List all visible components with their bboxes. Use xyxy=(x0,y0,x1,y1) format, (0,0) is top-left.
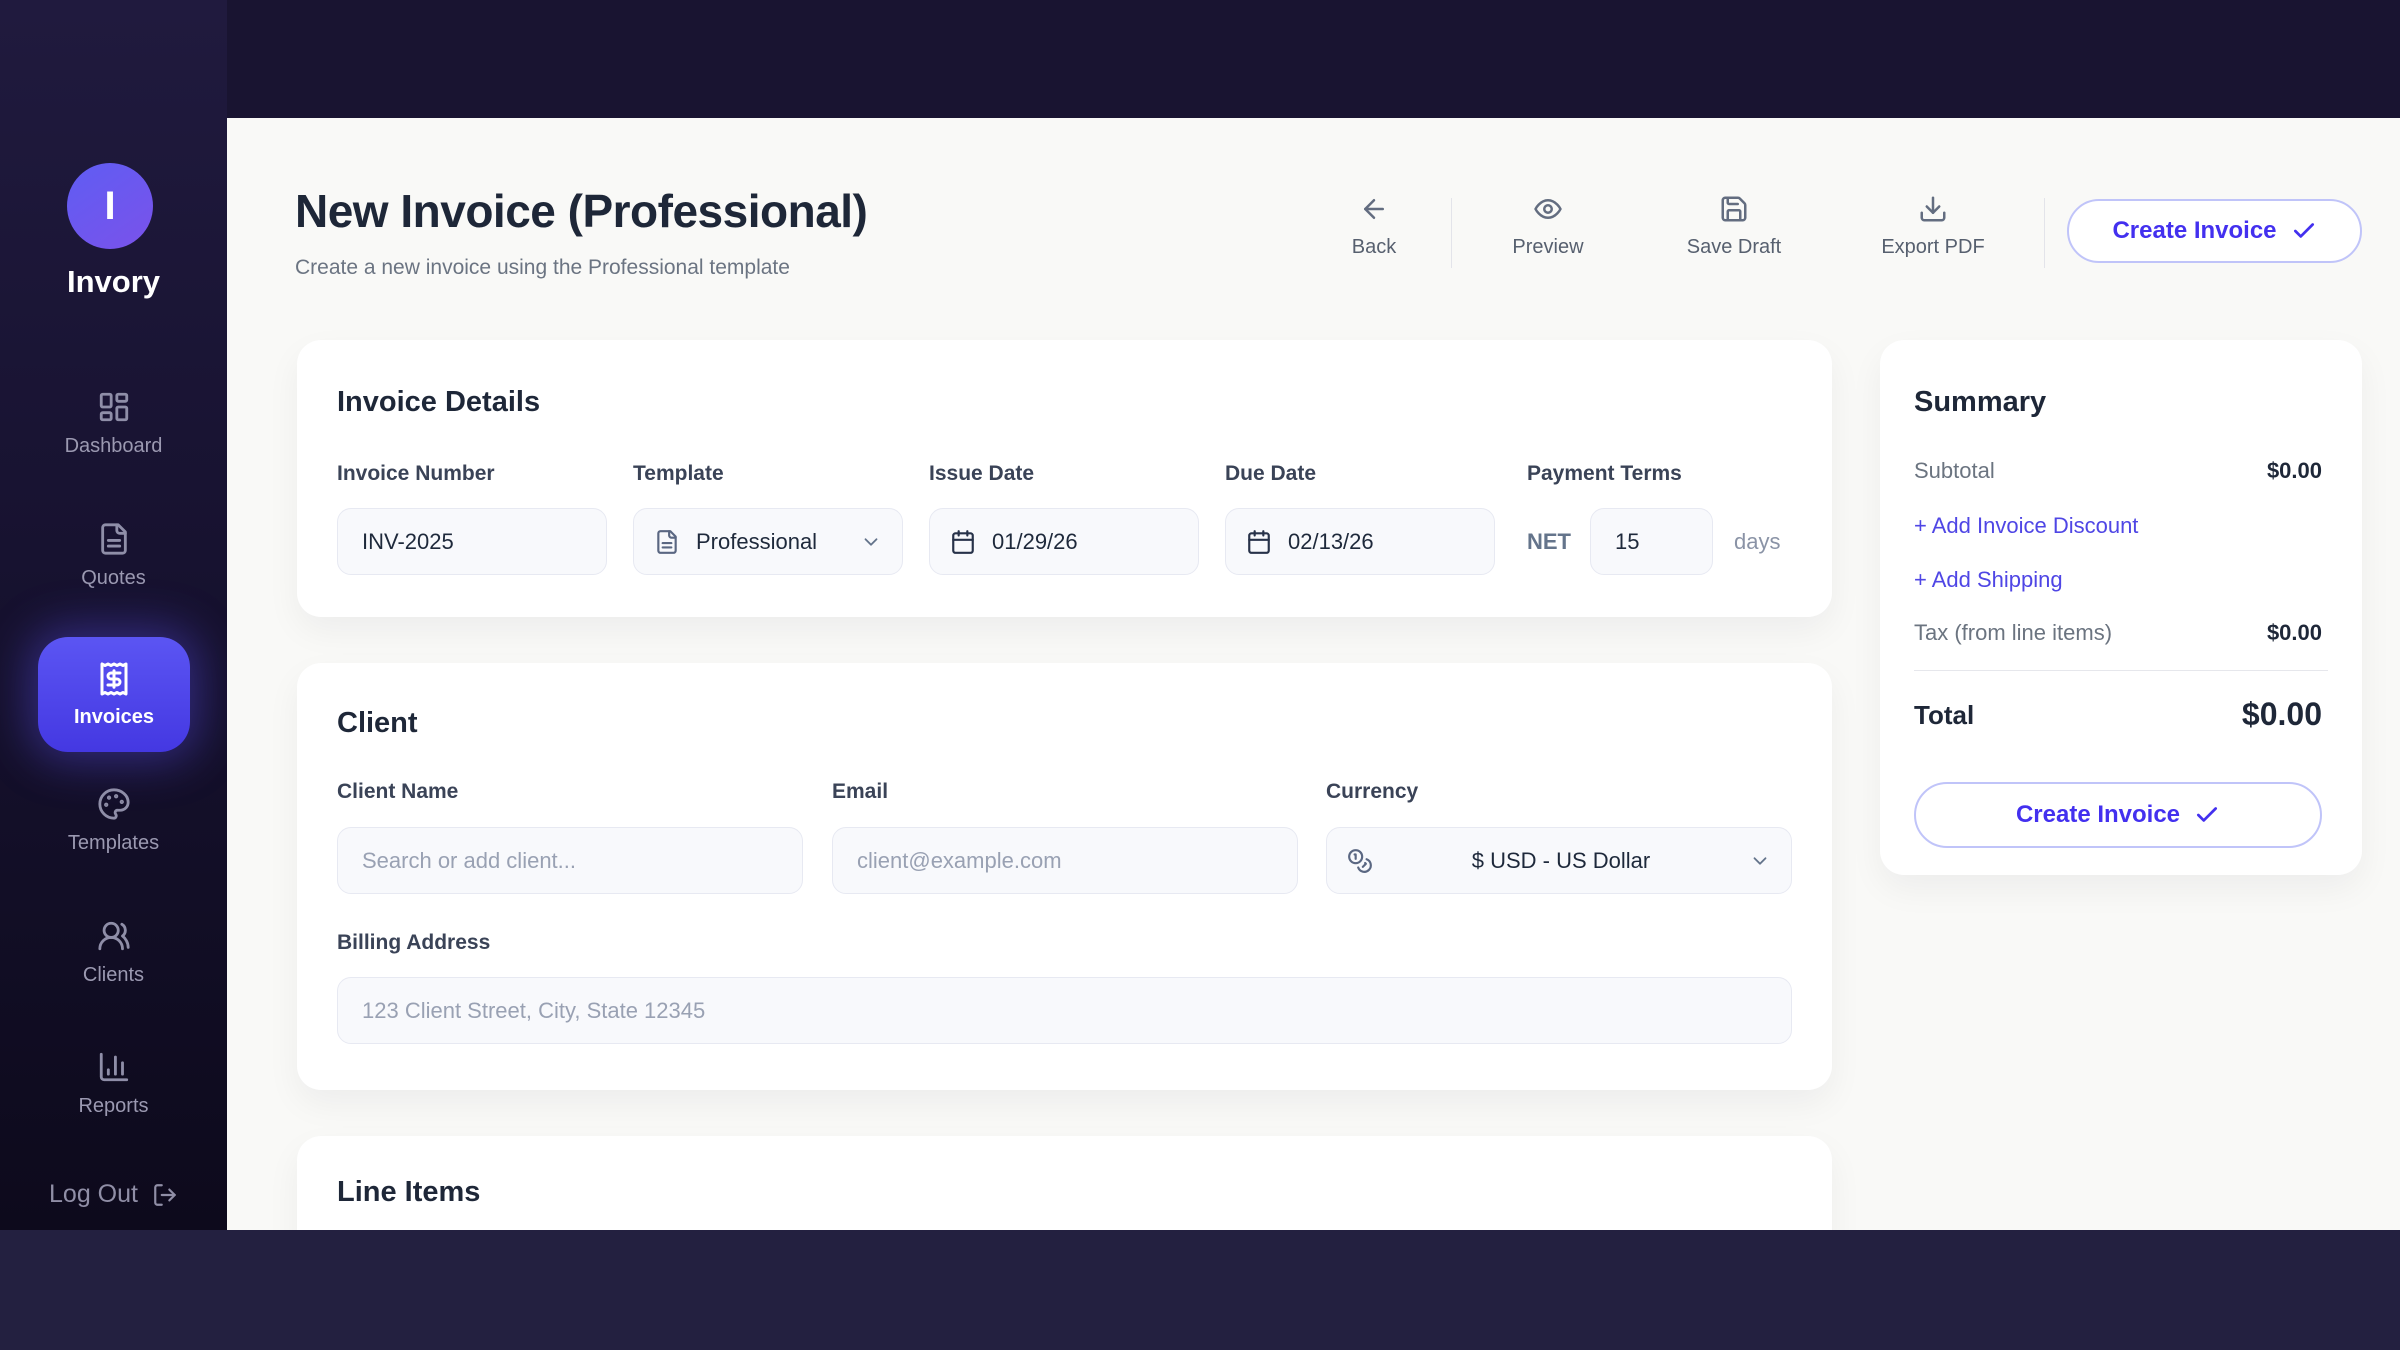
issue-date-value: 01/29/26 xyxy=(992,529,1078,555)
template-label: Template xyxy=(633,462,724,486)
summary-divider xyxy=(1914,670,2328,671)
sidebar-item-clients[interactable]: Clients xyxy=(0,919,227,987)
page-subtitle: Create a new invoice using the Professio… xyxy=(295,256,790,280)
payment-terms-suffix: days xyxy=(1734,508,1780,575)
app-name: Invory xyxy=(0,264,227,300)
invoice-number-label: Invoice Number xyxy=(337,462,495,486)
add-invoice-discount-link[interactable]: + Add Invoice Discount xyxy=(1914,513,2138,539)
logout-button[interactable]: Log Out xyxy=(0,1180,227,1209)
main-content: New Invoice (Professional) Create a new … xyxy=(227,118,2400,1230)
subtotal-value: $0.00 xyxy=(2267,458,2322,484)
client-card: Client Client Name Email Currency $ USD … xyxy=(297,663,1832,1090)
add-shipping-link[interactable]: + Add Shipping xyxy=(1914,567,2063,593)
chevron-down-icon xyxy=(860,531,882,553)
email-label: Email xyxy=(832,780,888,804)
sidebar-item-templates[interactable]: Templates xyxy=(0,787,227,855)
sidebar-item-label: Invoices xyxy=(74,706,154,729)
subtotal-label: Subtotal xyxy=(1914,458,1995,484)
download-icon xyxy=(1918,194,1948,224)
calendar-icon xyxy=(950,529,976,555)
back-label: Back xyxy=(1352,236,1396,259)
save-draft-button[interactable]: Save Draft xyxy=(1659,194,1809,259)
file-text-icon xyxy=(654,529,680,555)
window-bottom-background xyxy=(0,1230,2400,1350)
header-divider xyxy=(2044,198,2045,268)
eye-icon xyxy=(1533,194,1563,224)
logout-label: Log Out xyxy=(49,1180,138,1209)
total-label: Total xyxy=(1914,700,1974,731)
client-name-label: Client Name xyxy=(337,780,458,804)
sidebar-item-quotes[interactable]: Quotes xyxy=(0,522,227,590)
billing-address-label: Billing Address xyxy=(337,931,490,955)
palette-icon xyxy=(97,787,131,821)
summary-title: Summary xyxy=(1914,386,2046,419)
currency-value: $ USD - US Dollar xyxy=(1389,848,1733,874)
users-icon xyxy=(97,919,131,953)
preview-label: Preview xyxy=(1512,236,1583,259)
sidebar-item-label: Dashboard xyxy=(65,435,163,458)
sidebar-item-reports[interactable]: Reports xyxy=(0,1050,227,1118)
summary-card: Summary Subtotal $0.00 + Add Invoice Dis… xyxy=(1880,340,2362,875)
sidebar-item-invoices-active[interactable]: Invoices xyxy=(38,637,190,752)
sidebar: I Invory Dashboard Quotes Invoices Templ… xyxy=(0,0,227,1230)
tax-value: $0.00 xyxy=(2267,620,2322,646)
template-select[interactable]: Professional xyxy=(633,508,903,575)
client-name-input[interactable] xyxy=(337,827,803,894)
chevron-down-icon xyxy=(1749,850,1771,872)
create-invoice-label: Create Invoice xyxy=(2112,217,2276,245)
currency-label: Currency xyxy=(1326,780,1418,804)
coins-icon xyxy=(1347,848,1373,874)
sidebar-item-dashboard[interactable]: Dashboard xyxy=(0,390,227,458)
sidebar-item-label: Templates xyxy=(68,832,159,855)
due-date-input[interactable]: 02/13/26 xyxy=(1225,508,1495,575)
issue-date-label: Issue Date xyxy=(929,462,1034,486)
line-items-card: Line Items xyxy=(297,1136,1832,1230)
total-value: $0.00 xyxy=(2242,696,2322,733)
back-button[interactable]: Back xyxy=(1299,194,1449,259)
invoice-details-card: Invoice Details Invoice Number Template … xyxy=(297,340,1832,617)
logout-icon xyxy=(152,1182,178,1208)
sidebar-item-label: Quotes xyxy=(81,567,145,590)
client-title: Client xyxy=(337,707,418,740)
due-date-label: Due Date xyxy=(1225,462,1316,486)
header-divider xyxy=(1451,198,1452,268)
create-invoice-button-summary[interactable]: Create Invoice xyxy=(1914,782,2322,848)
line-items-title: Line Items xyxy=(337,1176,480,1209)
create-invoice-button-header[interactable]: Create Invoice xyxy=(2067,199,2362,263)
create-invoice-label: Create Invoice xyxy=(2016,801,2180,829)
tax-label: Tax (from line items) xyxy=(1914,620,2112,646)
app-logo-letter: I xyxy=(104,184,115,229)
dashboard-icon xyxy=(97,390,131,424)
sidebar-item-label: Reports xyxy=(78,1095,148,1118)
export-pdf-button[interactable]: Export PDF xyxy=(1858,194,2008,259)
email-input[interactable] xyxy=(832,827,1298,894)
page-title: New Invoice (Professional) xyxy=(295,184,867,238)
payment-terms-label: Payment Terms xyxy=(1527,462,1682,486)
check-icon xyxy=(2194,802,2220,828)
sidebar-item-label: Clients xyxy=(83,964,144,987)
export-pdf-label: Export PDF xyxy=(1881,236,1984,259)
app-logo: I xyxy=(67,163,153,249)
calendar-icon xyxy=(1246,529,1272,555)
invoice-number-input[interactable] xyxy=(337,508,607,575)
file-text-icon xyxy=(97,522,131,556)
invoice-details-title: Invoice Details xyxy=(337,386,540,419)
currency-select[interactable]: $ USD - US Dollar xyxy=(1326,827,1792,894)
due-date-value: 02/13/26 xyxy=(1288,529,1374,555)
check-icon xyxy=(2291,218,2317,244)
save-draft-label: Save Draft xyxy=(1687,236,1781,259)
payment-terms-prefix: NET xyxy=(1527,508,1571,575)
billing-address-input[interactable] xyxy=(337,977,1792,1044)
save-icon xyxy=(1719,194,1749,224)
bar-chart-icon xyxy=(97,1050,131,1084)
arrow-left-icon xyxy=(1359,194,1389,224)
payment-terms-input[interactable] xyxy=(1590,508,1713,575)
template-value: Professional xyxy=(696,529,817,555)
receipt-icon xyxy=(96,661,132,697)
preview-button[interactable]: Preview xyxy=(1473,194,1623,259)
issue-date-input[interactable]: 01/29/26 xyxy=(929,508,1199,575)
